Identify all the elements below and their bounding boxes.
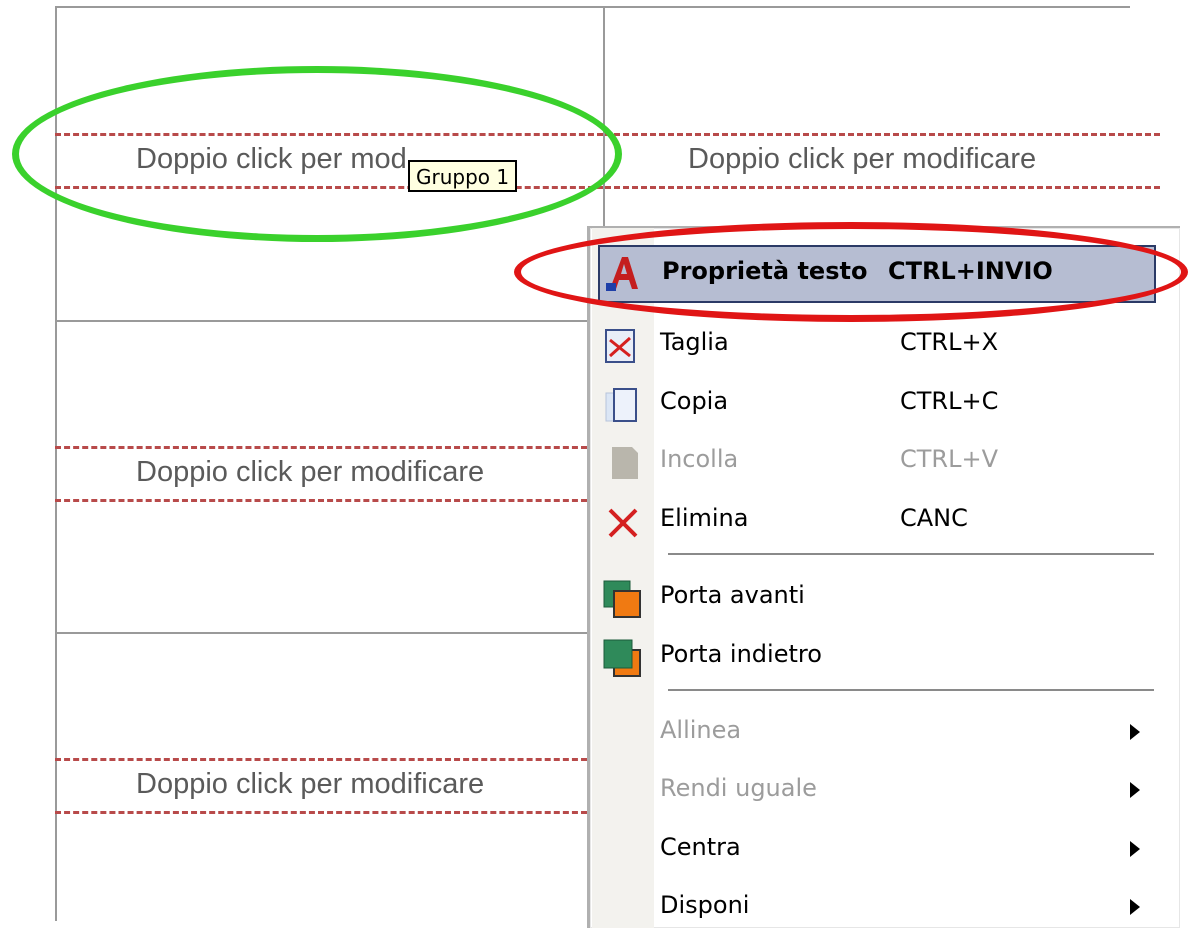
- menu-item-label: Disponi: [660, 891, 750, 919]
- submenu-arrow-icon: [1130, 782, 1140, 798]
- menu-item-label: Incolla: [660, 445, 739, 473]
- submenu-arrow-icon: [1130, 841, 1140, 857]
- text-frame-label: Doppio click per modificare: [136, 456, 485, 488]
- menu-item-label: Rendi uguale: [660, 774, 817, 802]
- menu-item-shortcut: CTRL+V: [900, 445, 998, 473]
- submenu-arrow-icon: [1130, 899, 1140, 915]
- row-divider-1: [55, 320, 587, 322]
- menu-separator: [668, 553, 1154, 555]
- row-divider-2: [55, 632, 587, 634]
- document-canvas: Doppio click per modificare Gruppo 1 Dop…: [0, 0, 1188, 928]
- send-backward-icon: [603, 639, 641, 677]
- menu-item-cut[interactable]: Taglia CTRL+X: [590, 316, 1158, 374]
- menu-item-shortcut: CTRL+C: [900, 387, 999, 415]
- menu-item-label: Porta indietro: [660, 640, 822, 668]
- menu-item-make-equal[interactable]: Rendi uguale: [590, 762, 1158, 820]
- menu-item-shortcut: CANC: [900, 504, 968, 532]
- page-border-top: [55, 6, 1130, 8]
- text-frame-label: Doppio click per modificare: [688, 143, 1037, 175]
- menu-item-label: Centra: [660, 833, 741, 861]
- green-highlight-ellipse: [12, 66, 622, 242]
- menu-item-paste[interactable]: Incolla CTRL+V: [590, 433, 1158, 491]
- menu-item-label: Copia: [660, 387, 729, 415]
- menu-item-arrange[interactable]: Disponi: [590, 879, 1158, 937]
- copy-icon: [605, 388, 637, 422]
- menu-item-center[interactable]: Centra: [590, 821, 1158, 879]
- menu-item-bring-forward[interactable]: Porta avanti: [590, 569, 1158, 627]
- menu-item-label: Taglia: [660, 328, 729, 356]
- submenu-arrow-icon: [1130, 724, 1140, 740]
- column-divider: [603, 6, 605, 226]
- context-menu: Proprietà testo CTRL+INVIO Taglia CTRL+X…: [587, 226, 1180, 928]
- menu-item-delete[interactable]: Elimina CANC: [590, 492, 1158, 550]
- menu-item-label: Elimina: [660, 504, 749, 532]
- menu-item-copy[interactable]: Copia CTRL+C: [590, 375, 1158, 433]
- menu-item-label: Porta avanti: [660, 581, 805, 609]
- paste-icon: [612, 447, 638, 479]
- red-highlight-ellipse: [514, 222, 1188, 322]
- menu-item-label: Allinea: [660, 716, 742, 744]
- menu-separator: [668, 689, 1154, 691]
- cut-icon: [605, 329, 635, 363]
- delete-icon: [608, 508, 638, 538]
- menu-item-send-backward[interactable]: Porta indietro: [590, 628, 1158, 686]
- text-frame-label: Doppio click per modificare: [136, 768, 485, 800]
- menu-item-shortcut: CTRL+X: [900, 328, 999, 356]
- bring-forward-icon: [603, 580, 641, 618]
- menu-item-align[interactable]: Allinea: [590, 704, 1158, 762]
